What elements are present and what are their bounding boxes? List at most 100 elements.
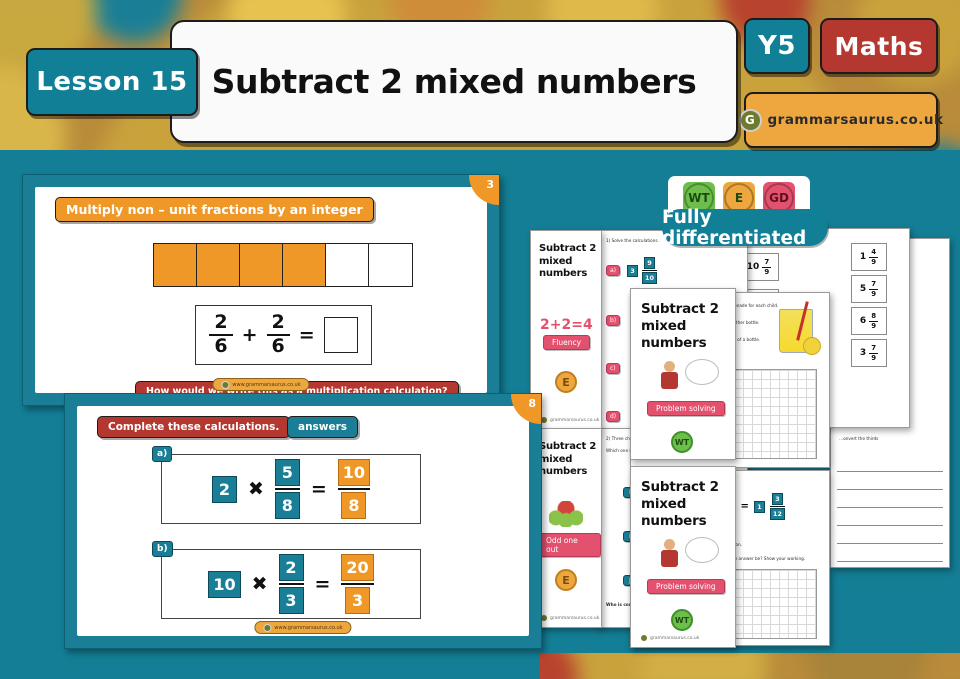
badge-e-label: E — [734, 191, 744, 205]
badge-wt-label: WT — [688, 191, 710, 205]
worksheet-problem-solving-cover-2[interactable]: Subtract 2 mixed numbers Problem solving… — [630, 466, 736, 648]
slide-2-footer: www.grammarsaurus.co.uk — [254, 621, 352, 634]
bar-cell-shaded — [283, 244, 326, 286]
denominator-tile: 10 — [642, 272, 658, 284]
bar-model — [153, 243, 413, 287]
answers-line-4: …onvert the thirds — [839, 436, 879, 441]
answer-rule — [837, 543, 943, 544]
answer-blank-box[interactable] — [323, 317, 358, 353]
denominator: 6 — [214, 335, 228, 357]
whole: 3 — [859, 348, 867, 358]
answers-button[interactable]: answers — [287, 416, 359, 438]
row-b-denominator: 3 — [278, 587, 304, 614]
sheet-title: Subtract 2 mixed numbers — [539, 243, 597, 279]
sheet-footer: grammarsaurus.co.uk — [541, 615, 599, 621]
slide-2-page: Complete these calculations. answers a) … — [77, 406, 529, 636]
lesson-badge-label: Lesson 15 — [36, 67, 188, 97]
fraction-cell: 3 7 9 — [851, 339, 887, 367]
difficulty-coin-e: E — [555, 569, 577, 591]
fraction-bar — [769, 506, 785, 507]
row-b-result-numerator: 20 — [341, 554, 374, 581]
row-a-result-denominator: 8 — [341, 492, 367, 519]
item-label-d: d) — [606, 411, 621, 422]
sheet-type-label: Odd one out — [537, 533, 601, 557]
difficulty-coin-e: E — [555, 371, 577, 393]
fraction-bar — [337, 488, 371, 490]
numerator-tile: 9 — [644, 257, 656, 269]
brand-url-label: grammarsaurus.co.uk — [767, 112, 944, 128]
row-b-result: 20 3 — [341, 554, 374, 614]
fraction-bar — [642, 270, 658, 271]
sheet-type-label: Problem solving — [647, 579, 725, 594]
numerator: 2 — [209, 312, 233, 336]
fraction-sentence-box: 2 6 + 2 6 = — [195, 305, 372, 365]
c-whole-tile: 1 — [753, 500, 765, 513]
row-a-denominator: 8 — [274, 492, 300, 519]
item-label-c: c) — [606, 363, 620, 374]
c-fraction-tiles: 3 12 — [769, 493, 785, 520]
bar-cell-shaded — [240, 244, 283, 286]
row-a-result-numerator: 10 — [337, 459, 371, 486]
fraction-cell: 5 7 9 — [851, 275, 887, 303]
equals-operator: = — [298, 324, 315, 346]
subject-badge: Maths — [820, 18, 938, 74]
fluency-heading: 1) Solve the calculations. — [606, 238, 659, 243]
sheet-type-label: Problem solving — [647, 401, 725, 416]
numerator: 2 — [266, 312, 290, 336]
footer-url: www.grammarsaurus.co.uk — [274, 624, 343, 631]
fluency-tile-group: 3 9 10 — [627, 257, 658, 284]
poster-canvas: Lesson 15 Subtract 2 mixed numbers Y5 Ma… — [0, 0, 960, 679]
slide-card-complete-calculations[interactable]: Complete these calculations. answers a) … — [64, 393, 542, 649]
sheet-title: Subtract 2 mixed numbers — [641, 301, 719, 351]
row-b-label: b) — [152, 541, 173, 557]
footer-url: www.grammarsaurus.co.uk — [232, 381, 301, 388]
difficulty-coin-wt: WT — [671, 609, 693, 631]
difficulty-coin-wt: WT — [671, 431, 693, 453]
grammarsaurus-dot-icon — [263, 623, 272, 632]
brand-badge[interactable]: G grammarsaurus.co.uk — [738, 92, 943, 148]
calculation-row-a: a) 2 ✖ 5 8 = 10 8 — [152, 446, 421, 524]
row-a-numerator: 5 — [274, 459, 300, 486]
slide-card-multiply-fractions[interactable]: Multiply non – unit fractions by an inte… — [22, 174, 500, 406]
row-b-operator: ✖ — [251, 573, 268, 595]
year-badge-label: Y5 — [758, 31, 796, 61]
c-den-tile: 12 — [769, 508, 785, 520]
logo-letter: G — [744, 113, 756, 127]
row-b-result-denominator: 3 — [345, 587, 371, 614]
fraction-left: 2 6 — [209, 312, 233, 357]
slide-1-banner: Multiply non – unit fractions by an inte… — [55, 197, 374, 222]
sheet-title: Subtract 2 mixed numbers — [539, 441, 597, 477]
badge-gd-label: GD — [769, 191, 789, 205]
row-a-operator: ✖ — [247, 478, 264, 500]
whole: 6 — [859, 316, 867, 326]
row-a-equals: = — [310, 478, 327, 500]
item-label-b: b) — [606, 315, 621, 326]
whole-tile: 3 — [627, 264, 638, 277]
answer-rule — [837, 525, 943, 526]
row-b-whole: 10 — [208, 570, 241, 598]
lemon-slice-icon — [803, 337, 821, 355]
fully-differentiated-pill: Fully differentiated — [662, 207, 828, 249]
fraction: 7 9 — [762, 257, 772, 276]
subject-badge-label: Maths — [834, 31, 924, 61]
title-card: Subtract 2 mixed numbers — [170, 20, 738, 143]
fraction-bar — [278, 583, 304, 585]
avatar-thinking — [659, 361, 681, 391]
fraction-bar — [341, 583, 374, 585]
row-b-fraction: 2 3 — [278, 554, 304, 614]
fraction-cell: 6 8 9 — [851, 307, 887, 335]
answer-rule — [837, 507, 943, 508]
fraction-cell: 1 4 9 — [851, 243, 887, 271]
calculation-row-b: b) 10 ✖ 2 3 = 20 3 — [152, 541, 421, 619]
worksheet-problem-solving-cover-1[interactable]: Subtract 2 mixed numbers Problem solving… — [630, 288, 736, 460]
sheet-type-label: Fluency — [543, 335, 591, 350]
row-b-numerator: 2 — [278, 554, 304, 581]
bar-cell-shaded — [197, 244, 240, 286]
equals-operator: = — [740, 501, 749, 512]
page-title: Subtract 2 mixed numbers — [211, 62, 697, 101]
fully-differentiated-group: WT E GD Fully differentiated — [662, 176, 828, 249]
grammarsaurus-dot-icon — [221, 380, 230, 389]
item-label-a: a) — [606, 265, 621, 276]
fraction-right: 2 6 — [266, 312, 290, 357]
thought-bubble-icon — [685, 359, 719, 385]
